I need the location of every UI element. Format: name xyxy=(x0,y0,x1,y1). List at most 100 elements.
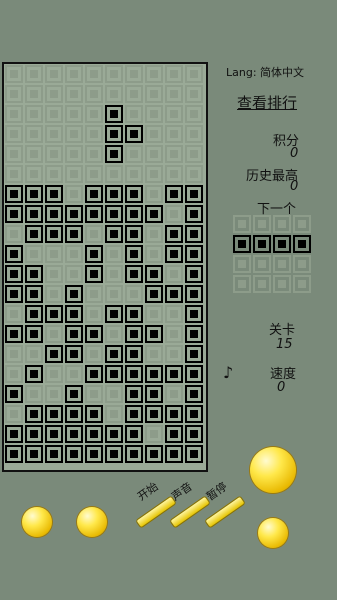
empty-cell xyxy=(165,205,183,223)
empty-cell xyxy=(25,165,43,183)
filled-block xyxy=(125,205,143,223)
move-left-button[interactable] xyxy=(22,507,52,537)
empty-cell xyxy=(5,405,23,423)
empty-cell xyxy=(145,425,163,443)
filled-block xyxy=(105,125,123,143)
filled-block xyxy=(185,445,203,463)
pause-button[interactable]: 暂停 xyxy=(197,480,251,529)
filled-block xyxy=(185,365,203,383)
filled-block xyxy=(45,305,63,323)
empty-cell xyxy=(45,265,63,283)
empty-cell xyxy=(85,345,103,363)
filled-block xyxy=(185,305,203,323)
empty-cell xyxy=(253,215,271,233)
filled-block xyxy=(25,205,43,223)
filled-block xyxy=(25,185,43,203)
filled-block xyxy=(5,205,23,223)
filled-block xyxy=(125,345,143,363)
filled-block xyxy=(65,385,83,403)
empty-cell xyxy=(145,105,163,123)
empty-cell xyxy=(185,85,203,103)
empty-cell xyxy=(233,255,251,273)
empty-cell xyxy=(25,245,43,263)
empty-cell xyxy=(145,85,163,103)
filled-block xyxy=(85,445,103,463)
leaderboard-link[interactable]: 查看排行 xyxy=(237,92,297,113)
empty-cell xyxy=(165,385,183,403)
empty-cell xyxy=(185,65,203,83)
empty-cell xyxy=(165,165,183,183)
filled-block xyxy=(125,425,143,443)
empty-cell xyxy=(45,325,63,343)
empty-cell xyxy=(145,245,163,263)
empty-cell xyxy=(165,265,183,283)
filled-block xyxy=(145,265,163,283)
filled-block xyxy=(145,405,163,423)
language-selector[interactable]: Lang: 简体中文 xyxy=(226,64,304,80)
filled-block xyxy=(25,285,43,303)
filled-block xyxy=(165,405,183,423)
empty-cell xyxy=(145,145,163,163)
music-note-icon[interactable]: ♪ xyxy=(223,363,233,382)
empty-cell xyxy=(105,285,123,303)
filled-block xyxy=(125,305,143,323)
empty-cell xyxy=(45,285,63,303)
filled-block xyxy=(85,265,103,283)
empty-cell xyxy=(45,145,63,163)
empty-cell xyxy=(105,265,123,283)
empty-cell xyxy=(5,225,23,243)
filled-block xyxy=(185,245,203,263)
filled-block xyxy=(85,405,103,423)
filled-block xyxy=(65,445,83,463)
filled-block xyxy=(105,425,123,443)
filled-block xyxy=(85,185,103,203)
empty-cell xyxy=(105,405,123,423)
empty-cell xyxy=(25,385,43,403)
empty-cell xyxy=(85,305,103,323)
empty-cell xyxy=(65,245,83,263)
filled-block xyxy=(233,235,251,253)
empty-cell xyxy=(45,385,63,403)
filled-block xyxy=(85,245,103,263)
filled-block xyxy=(105,345,123,363)
filled-block xyxy=(293,235,311,253)
filled-block xyxy=(145,385,163,403)
move-right-button[interactable] xyxy=(77,507,107,537)
empty-cell xyxy=(125,105,143,123)
empty-cell xyxy=(165,85,183,103)
empty-cell xyxy=(105,65,123,83)
empty-cell xyxy=(25,145,43,163)
filled-block xyxy=(145,445,163,463)
empty-cell xyxy=(253,255,271,273)
empty-cell xyxy=(25,345,43,363)
empty-cell xyxy=(5,145,23,163)
high-score-value: 0 xyxy=(290,179,299,194)
empty-cell xyxy=(253,275,271,293)
empty-cell xyxy=(293,275,311,293)
filled-block xyxy=(5,245,23,263)
empty-cell xyxy=(145,225,163,243)
empty-cell xyxy=(105,85,123,103)
filled-block xyxy=(145,285,163,303)
empty-cell xyxy=(293,255,311,273)
empty-cell xyxy=(45,125,63,143)
empty-cell xyxy=(125,285,143,303)
empty-cell xyxy=(85,65,103,83)
rotate-button[interactable] xyxy=(250,447,296,493)
empty-cell xyxy=(25,105,43,123)
empty-cell xyxy=(105,245,123,263)
empty-cell xyxy=(65,185,83,203)
filled-block xyxy=(5,285,23,303)
filled-block xyxy=(165,225,183,243)
filled-block xyxy=(253,235,271,253)
empty-cell xyxy=(5,345,23,363)
empty-cell xyxy=(185,145,203,163)
empty-cell xyxy=(165,105,183,123)
filled-block xyxy=(125,365,143,383)
empty-cell xyxy=(85,165,103,183)
drop-button[interactable] xyxy=(258,518,288,548)
filled-block xyxy=(105,225,123,243)
empty-cell xyxy=(65,265,83,283)
empty-cell xyxy=(25,65,43,83)
filled-block xyxy=(145,365,163,383)
